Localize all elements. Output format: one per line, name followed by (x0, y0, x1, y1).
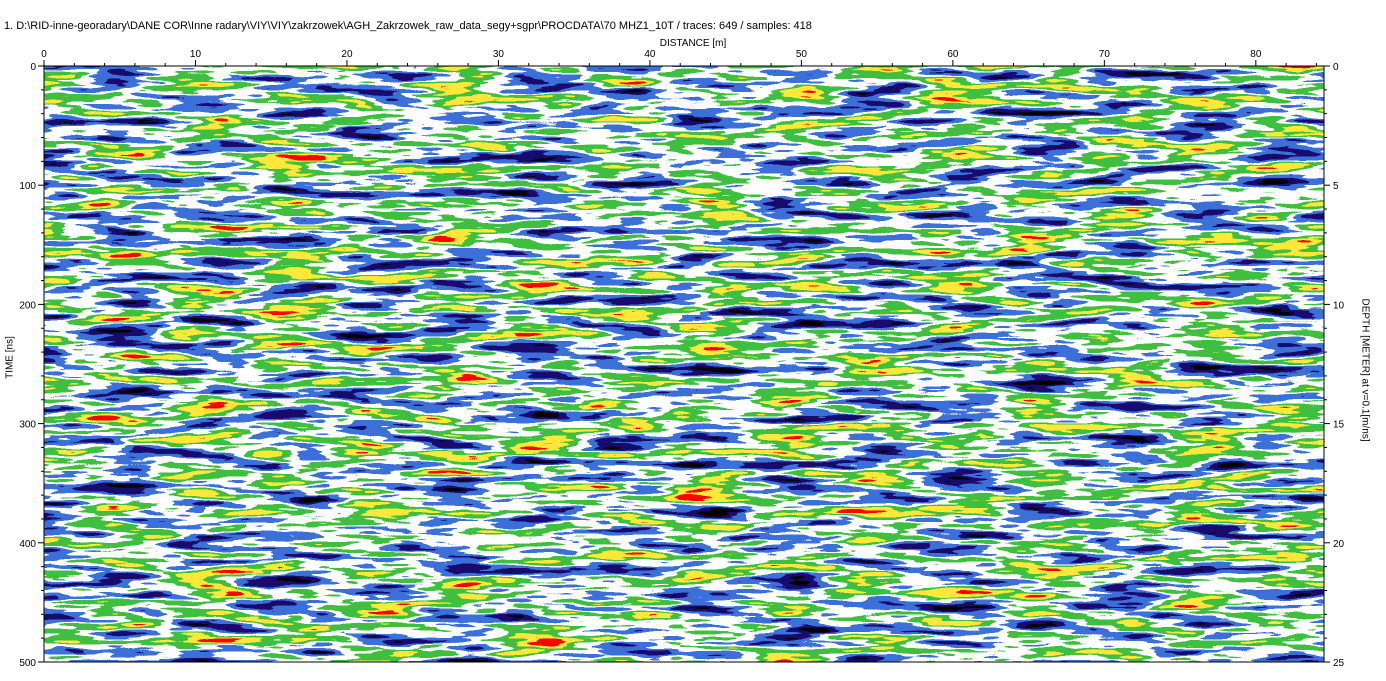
x-tick-label: 60 (947, 49, 959, 60)
time-tick-label: 100 (19, 181, 36, 192)
time-tick-label: 400 (19, 539, 36, 550)
x-tick-label: 30 (493, 49, 505, 60)
x-tick-label: 20 (341, 49, 353, 60)
time-tick-label: 0 (30, 62, 36, 73)
depth-tick-label: 5 (1333, 181, 1339, 192)
depth-tick-label: 0 (1333, 62, 1339, 73)
x-tick-label: 50 (796, 49, 808, 60)
x-tick-label: 80 (1250, 49, 1262, 60)
x-tick-label: 40 (644, 49, 656, 60)
depth-tick-label: 15 (1333, 420, 1345, 431)
x-tick-label: 10 (190, 49, 202, 60)
radargram-chart: 0 10 20 30 40 50 60 70 80 0 100 200 300 400 500 0 5 10 15 2… (19, 49, 1345, 669)
depth-tick-label: 10 (1333, 300, 1345, 311)
time-tick-label: 300 (19, 420, 36, 431)
radargram-image (44, 66, 1324, 662)
x-tick-label: 0 (41, 49, 47, 60)
time-tick-label: 200 (19, 300, 36, 311)
time-tick-label: 500 (19, 658, 36, 669)
depth-tick-label: 25 (1333, 658, 1345, 669)
x-tick-label: 70 (1099, 49, 1111, 60)
depth-tick-label: 20 (1333, 539, 1345, 550)
